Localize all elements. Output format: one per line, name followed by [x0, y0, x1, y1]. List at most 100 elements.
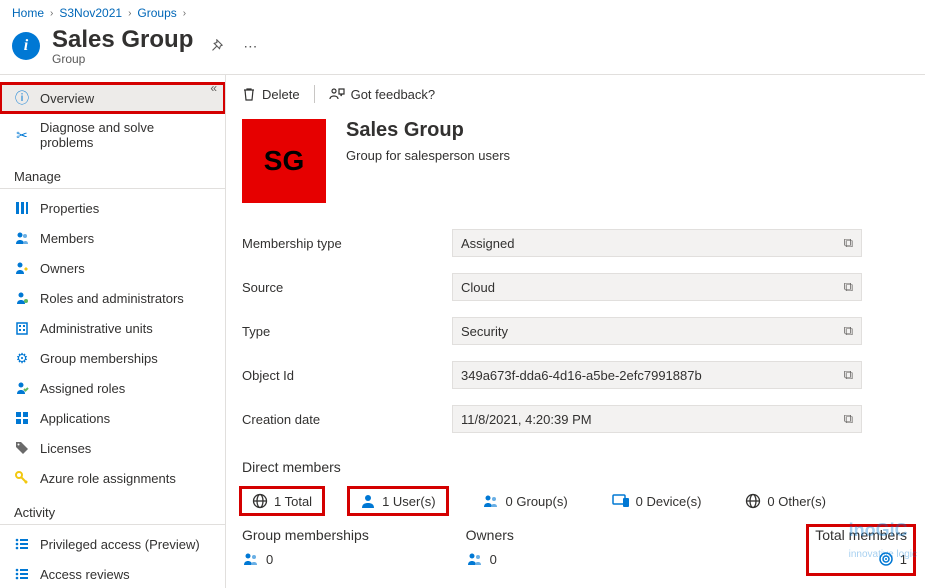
- breadcrumb-tenant[interactable]: S3Nov2021: [59, 6, 122, 20]
- content: Delete Got feedback? SG Sales Group Grou…: [226, 75, 925, 588]
- members-icon: [14, 230, 30, 246]
- device-icon: [612, 494, 630, 508]
- col-heading: Group memberships: [242, 527, 466, 551]
- sidebar-label: Administrative units: [40, 321, 153, 336]
- sidebar-item-overview[interactable]: ⓘ Overview: [0, 83, 225, 113]
- delete-label: Delete: [262, 87, 300, 102]
- sidebar-item-privileged[interactable]: Privileged access (Preview): [0, 529, 225, 559]
- more-icon[interactable]: ⋯: [239, 38, 261, 55]
- col-heading: Owners: [466, 527, 690, 551]
- col-total-members: Total members 1: [689, 527, 913, 573]
- field-value[interactable]: Assigned ⧉: [452, 229, 862, 257]
- sidebar-item-applications[interactable]: Applications: [0, 403, 225, 433]
- field-value[interactable]: Cloud ⧉: [452, 273, 862, 301]
- breadcrumb-home[interactable]: Home: [12, 6, 44, 20]
- page-header: i Sales Group Group ⋯: [0, 22, 925, 74]
- sidebar-item-owners[interactable]: Owners: [0, 253, 225, 283]
- sidebar-label: Licenses: [40, 441, 91, 456]
- copy-icon[interactable]: ⧉: [844, 279, 853, 295]
- field-label: Source: [242, 280, 452, 295]
- col-stat[interactable]: 1: [815, 551, 907, 567]
- grid-icon: [14, 410, 30, 426]
- col-owners: Owners 0: [466, 527, 690, 573]
- col-count: 0: [266, 552, 273, 567]
- field-type: Type Security ⧉: [242, 309, 913, 353]
- list-icon: [14, 536, 30, 552]
- col-stat[interactable]: 0: [466, 551, 690, 567]
- sidebar-label: Overview: [40, 91, 94, 106]
- info-icon: i: [12, 32, 40, 60]
- sidebar-item-group-memberships[interactable]: ⚙ Group memberships: [0, 343, 225, 373]
- breadcrumb-groups[interactable]: Groups: [137, 6, 176, 20]
- trash-icon: [242, 87, 256, 101]
- sidebar-item-assigned-roles[interactable]: Assigned roles: [0, 373, 225, 403]
- sidebar-item-admin-units[interactable]: Administrative units: [0, 313, 225, 343]
- tag-icon: [14, 440, 30, 456]
- sidebar-label: Applications: [40, 411, 110, 426]
- col-stat[interactable]: 0: [242, 551, 466, 567]
- copy-icon[interactable]: ⧉: [844, 367, 853, 383]
- sidebar-label: Azure role assignments: [40, 471, 176, 486]
- stat-total[interactable]: 1 Total: [242, 489, 322, 513]
- gear-icon: ⚙: [14, 350, 30, 366]
- list-icon: [14, 566, 30, 582]
- field-membership-type: Membership type Assigned ⧉: [242, 221, 913, 265]
- sidebar-item-roles[interactable]: Roles and administrators: [0, 283, 225, 313]
- sidebar-label: Access reviews: [40, 567, 130, 582]
- col-group-memberships: Group memberships 0: [242, 527, 466, 573]
- delete-button[interactable]: Delete: [242, 87, 300, 102]
- key-icon: [14, 470, 30, 486]
- col-count: 1: [900, 552, 907, 567]
- collapse-icon[interactable]: «: [210, 81, 217, 95]
- sidebar-item-members[interactable]: Members: [0, 223, 225, 253]
- stat-groups[interactable]: 0 Group(s): [474, 489, 576, 513]
- wrench-icon: ✂: [14, 127, 30, 143]
- copy-icon[interactable]: ⧉: [844, 235, 853, 251]
- stat-devices[interactable]: 0 Device(s): [604, 490, 710, 513]
- copy-icon[interactable]: ⧉: [844, 323, 853, 339]
- assigned-roles-icon: [14, 380, 30, 396]
- field-creation-date: Creation date 11/8/2021, 4:20:39 PM ⧉: [242, 397, 913, 441]
- stat-label: 1 User(s): [382, 494, 435, 509]
- sidebar-label: Roles and administrators: [40, 291, 184, 306]
- owners-icon: [14, 260, 30, 276]
- properties-icon: [14, 200, 30, 216]
- group-card: SG Sales Group Group for salesperson use…: [242, 113, 913, 221]
- sidebar-item-access-reviews[interactable]: Access reviews: [0, 559, 225, 588]
- sidebar-label: Diagnose and solve problems: [40, 120, 211, 150]
- group-icon: [466, 551, 484, 567]
- field-label: Membership type: [242, 236, 452, 251]
- copy-icon[interactable]: ⧉: [844, 411, 853, 427]
- field-label: Creation date: [242, 412, 452, 427]
- field-object-id: Object Id 349a673f-dda6-4d16-a5be-2efc79…: [242, 353, 913, 397]
- sidebar-item-azure-roles[interactable]: Azure role assignments: [0, 463, 225, 493]
- stat-others[interactable]: 0 Other(s): [737, 489, 834, 513]
- building-icon: [14, 320, 30, 336]
- target-icon: [878, 551, 894, 567]
- separator: [314, 85, 315, 103]
- col-count: 0: [490, 552, 497, 567]
- chevron-right-icon: ›: [128, 8, 131, 19]
- stat-label: 0 Group(s): [506, 494, 568, 509]
- summary-columns: Group memberships 0 Owners 0: [242, 519, 913, 573]
- sidebar-item-diagnose[interactable]: ✂ Diagnose and solve problems: [0, 113, 225, 157]
- stat-users[interactable]: 1 User(s): [350, 489, 445, 513]
- field-label: Object Id: [242, 368, 452, 383]
- chevron-right-icon: ›: [50, 8, 53, 19]
- sidebar-label: Owners: [40, 261, 85, 276]
- col-heading: Total members: [815, 527, 907, 551]
- field-value[interactable]: Security ⧉: [452, 317, 862, 345]
- sidebar-section-manage: Manage: [0, 157, 225, 189]
- sidebar-label: Members: [40, 231, 94, 246]
- sidebar-item-licenses[interactable]: Licenses: [0, 433, 225, 463]
- pin-icon[interactable]: [205, 39, 227, 53]
- field-value[interactable]: 11/8/2021, 4:20:39 PM ⧉: [452, 405, 862, 433]
- globe-icon: [745, 493, 761, 509]
- roles-icon: [14, 290, 30, 306]
- chevron-right-icon: ›: [183, 8, 186, 19]
- field-value[interactable]: 349a673f-dda6-4d16-a5be-2efc7991887b ⧉: [452, 361, 862, 389]
- page-title: Sales Group: [52, 26, 193, 54]
- feedback-button[interactable]: Got feedback?: [329, 87, 436, 102]
- sidebar-item-properties[interactable]: Properties: [0, 193, 225, 223]
- feedback-label: Got feedback?: [351, 87, 436, 102]
